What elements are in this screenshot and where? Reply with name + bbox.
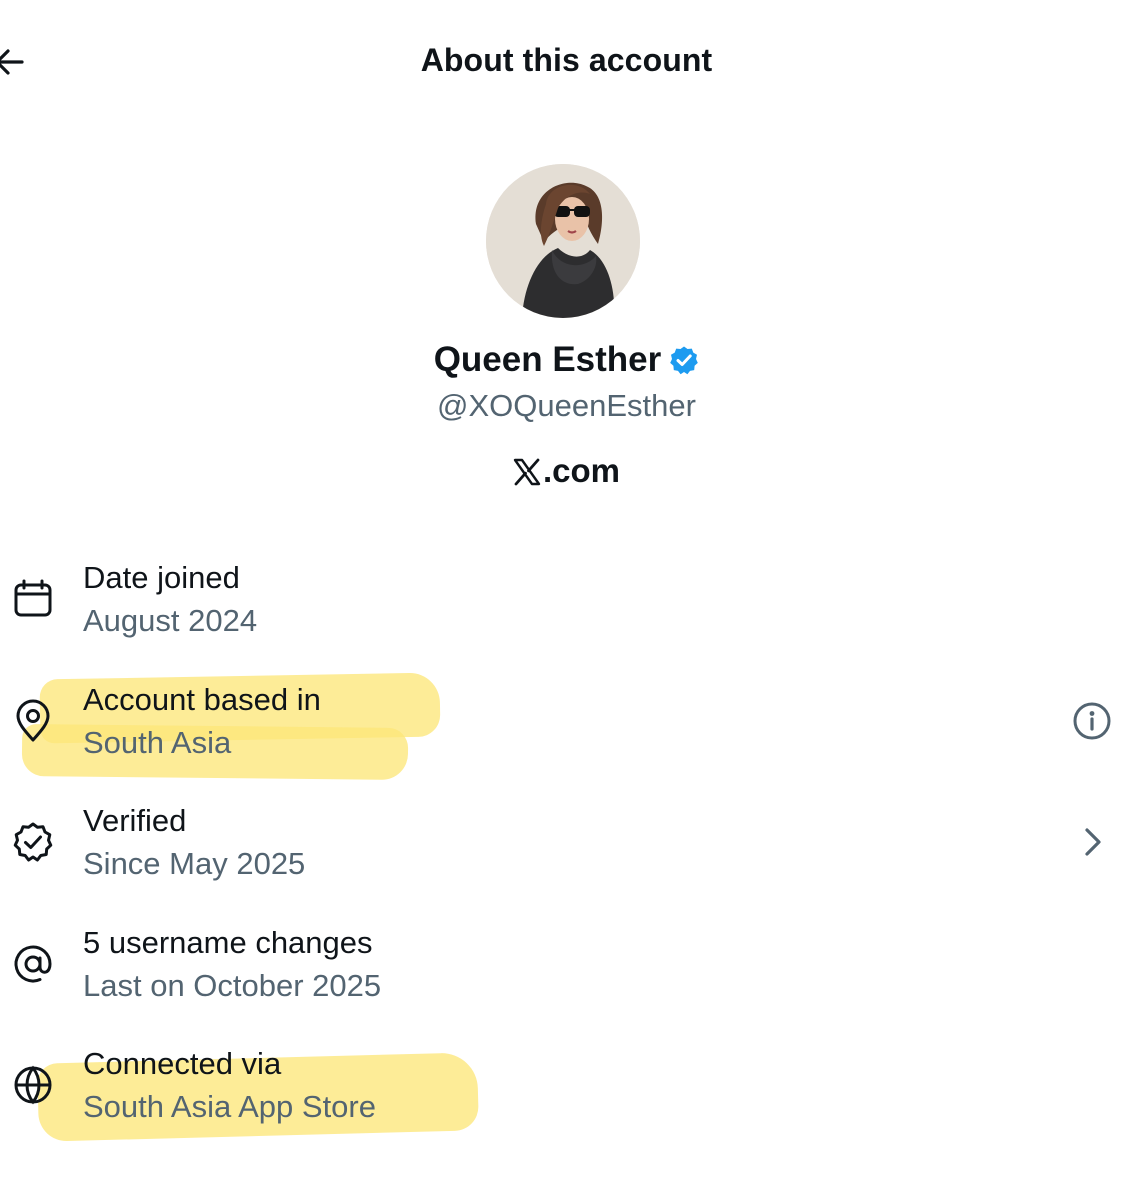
avatar[interactable]: [486, 164, 640, 318]
info-button[interactable]: [1069, 698, 1115, 744]
info-row-connected-via: Connected via South Asia App Store: [0, 1042, 1133, 1142]
info-row-verified[interactable]: Verified Since May 2025: [0, 799, 1133, 899]
profile-name: Queen Esther: [433, 340, 662, 379]
at-sign-icon: [10, 941, 56, 987]
page-title: About this account: [420, 42, 713, 78]
info-row-account-based-in: Account based in South Asia: [0, 678, 1133, 778]
row-value: Since May 2025: [83, 846, 306, 881]
row-label: Date joined: [83, 560, 240, 595]
row-label: 5 username changes: [83, 925, 373, 960]
info-row-date-joined: Date joined August 2024: [0, 556, 1133, 656]
globe-icon: [10, 1062, 56, 1108]
verified-badge-icon: [669, 344, 699, 384]
row-value: August 2024: [83, 603, 258, 638]
info-row-username-changes: 5 username changes Last on October 2025: [0, 921, 1133, 1021]
row-value: Last on October 2025: [83, 968, 382, 1003]
calendar-icon: [10, 576, 56, 622]
profile-handle[interactable]: @XOQueenEsther: [0, 388, 1133, 424]
row-label: Account based in: [83, 682, 321, 717]
site-text: .com: [542, 452, 621, 489]
row-label: Verified: [83, 803, 187, 838]
row-value: South Asia: [83, 725, 232, 760]
verified-check-icon: [10, 819, 56, 865]
location-pin-icon: [10, 698, 56, 744]
profile-name-row: Queen Esther: [0, 340, 1133, 384]
x-logo-icon: [513, 456, 541, 494]
info-icon: [1073, 702, 1111, 740]
avatar-image: [486, 164, 640, 318]
row-label: Connected via: [83, 1046, 282, 1081]
row-value: South Asia App Store: [83, 1089, 376, 1124]
header: About this account: [0, 0, 1133, 124]
site-link[interactable]: .com: [0, 452, 1133, 494]
chevron-right-icon[interactable]: [1069, 819, 1115, 865]
